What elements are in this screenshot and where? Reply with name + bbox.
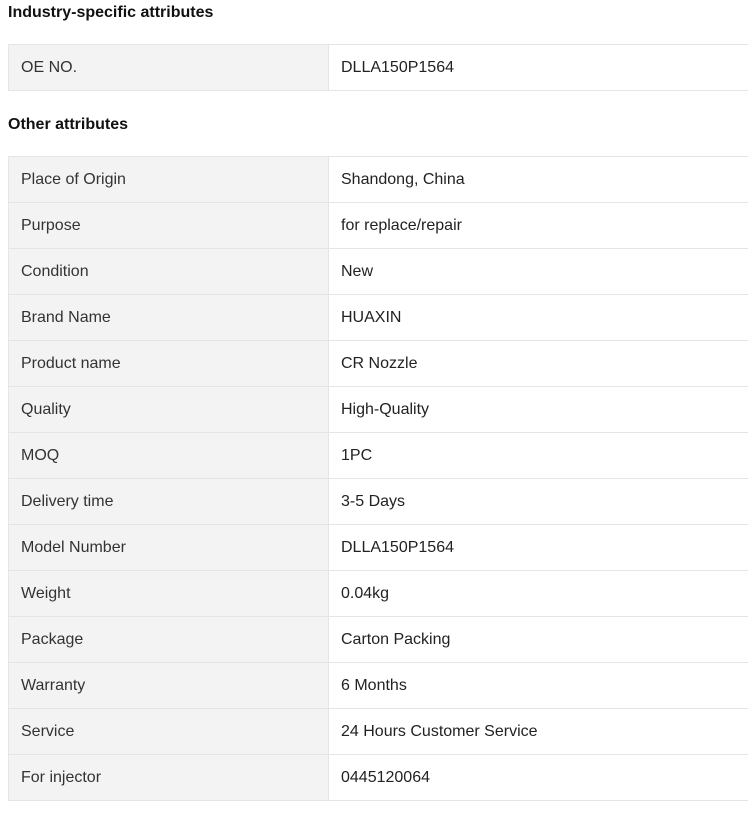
table-row: Purpose for replace/repair — [8, 202, 748, 249]
attribute-value: 3-5 Days — [328, 478, 748, 525]
attribute-value: CR Nozzle — [328, 340, 748, 387]
attribute-key: Service — [8, 708, 329, 755]
table-row: Warranty 6 Months — [8, 662, 748, 709]
attribute-value: DLLA150P1564 — [328, 44, 748, 91]
table-row: Package Carton Packing — [8, 616, 748, 663]
table-row: Weight 0.04kg — [8, 570, 748, 617]
attribute-value: HUAXIN — [328, 294, 748, 341]
attribute-key: Place of Origin — [8, 156, 329, 203]
table-row: MOQ 1PC — [8, 432, 748, 479]
attribute-key: Package — [8, 616, 329, 663]
attribute-key: Model Number — [8, 524, 329, 571]
attribute-key: Warranty — [8, 662, 329, 709]
attribute-value: Carton Packing — [328, 616, 748, 663]
attribute-key: Delivery time — [8, 478, 329, 525]
other-attributes-heading: Other attributes — [8, 116, 129, 133]
attribute-key: Weight — [8, 570, 329, 617]
table-row: For injector 0445120064 — [8, 754, 748, 801]
attribute-value: 0.04kg — [328, 570, 748, 617]
table-row: Product name CR Nozzle — [8, 340, 748, 387]
industry-attributes-heading: Industry-specific attributes — [8, 4, 214, 21]
attribute-value: 6 Months — [328, 662, 748, 709]
table-row: OE NO. DLLA150P1564 — [8, 44, 748, 91]
attribute-key: OE NO. — [8, 44, 329, 91]
table-row: Delivery time 3-5 Days — [8, 478, 748, 525]
attribute-key: Purpose — [8, 202, 329, 249]
attribute-value: for replace/repair — [328, 202, 748, 249]
table-row: Model Number DLLA150P1564 — [8, 524, 748, 571]
attribute-value: 1PC — [328, 432, 748, 479]
attribute-key: Product name — [8, 340, 329, 387]
table-row: Brand Name HUAXIN — [8, 294, 748, 341]
table-row: Place of Origin Shandong, China — [8, 156, 748, 203]
attribute-key: MOQ — [8, 432, 329, 479]
attribute-key: Condition — [8, 248, 329, 295]
table-row: Condition New — [8, 248, 748, 295]
table-row: Service 24 Hours Customer Service — [8, 708, 748, 755]
attribute-value: 0445120064 — [328, 754, 748, 801]
attribute-value: 24 Hours Customer Service — [328, 708, 748, 755]
table-row: Quality High-Quality — [8, 386, 748, 433]
attribute-value: DLLA150P1564 — [328, 524, 748, 571]
attribute-value: Shandong, China — [328, 156, 748, 203]
industry-attributes-table: OE NO. DLLA150P1564 — [8, 44, 748, 91]
attribute-key: Brand Name — [8, 294, 329, 341]
attribute-value: New — [328, 248, 748, 295]
attribute-key: For injector — [8, 754, 329, 801]
other-attributes-table: Place of Origin Shandong, China Purpose … — [8, 156, 748, 801]
attribute-key: Quality — [8, 386, 329, 433]
attribute-value: High-Quality — [328, 386, 748, 433]
